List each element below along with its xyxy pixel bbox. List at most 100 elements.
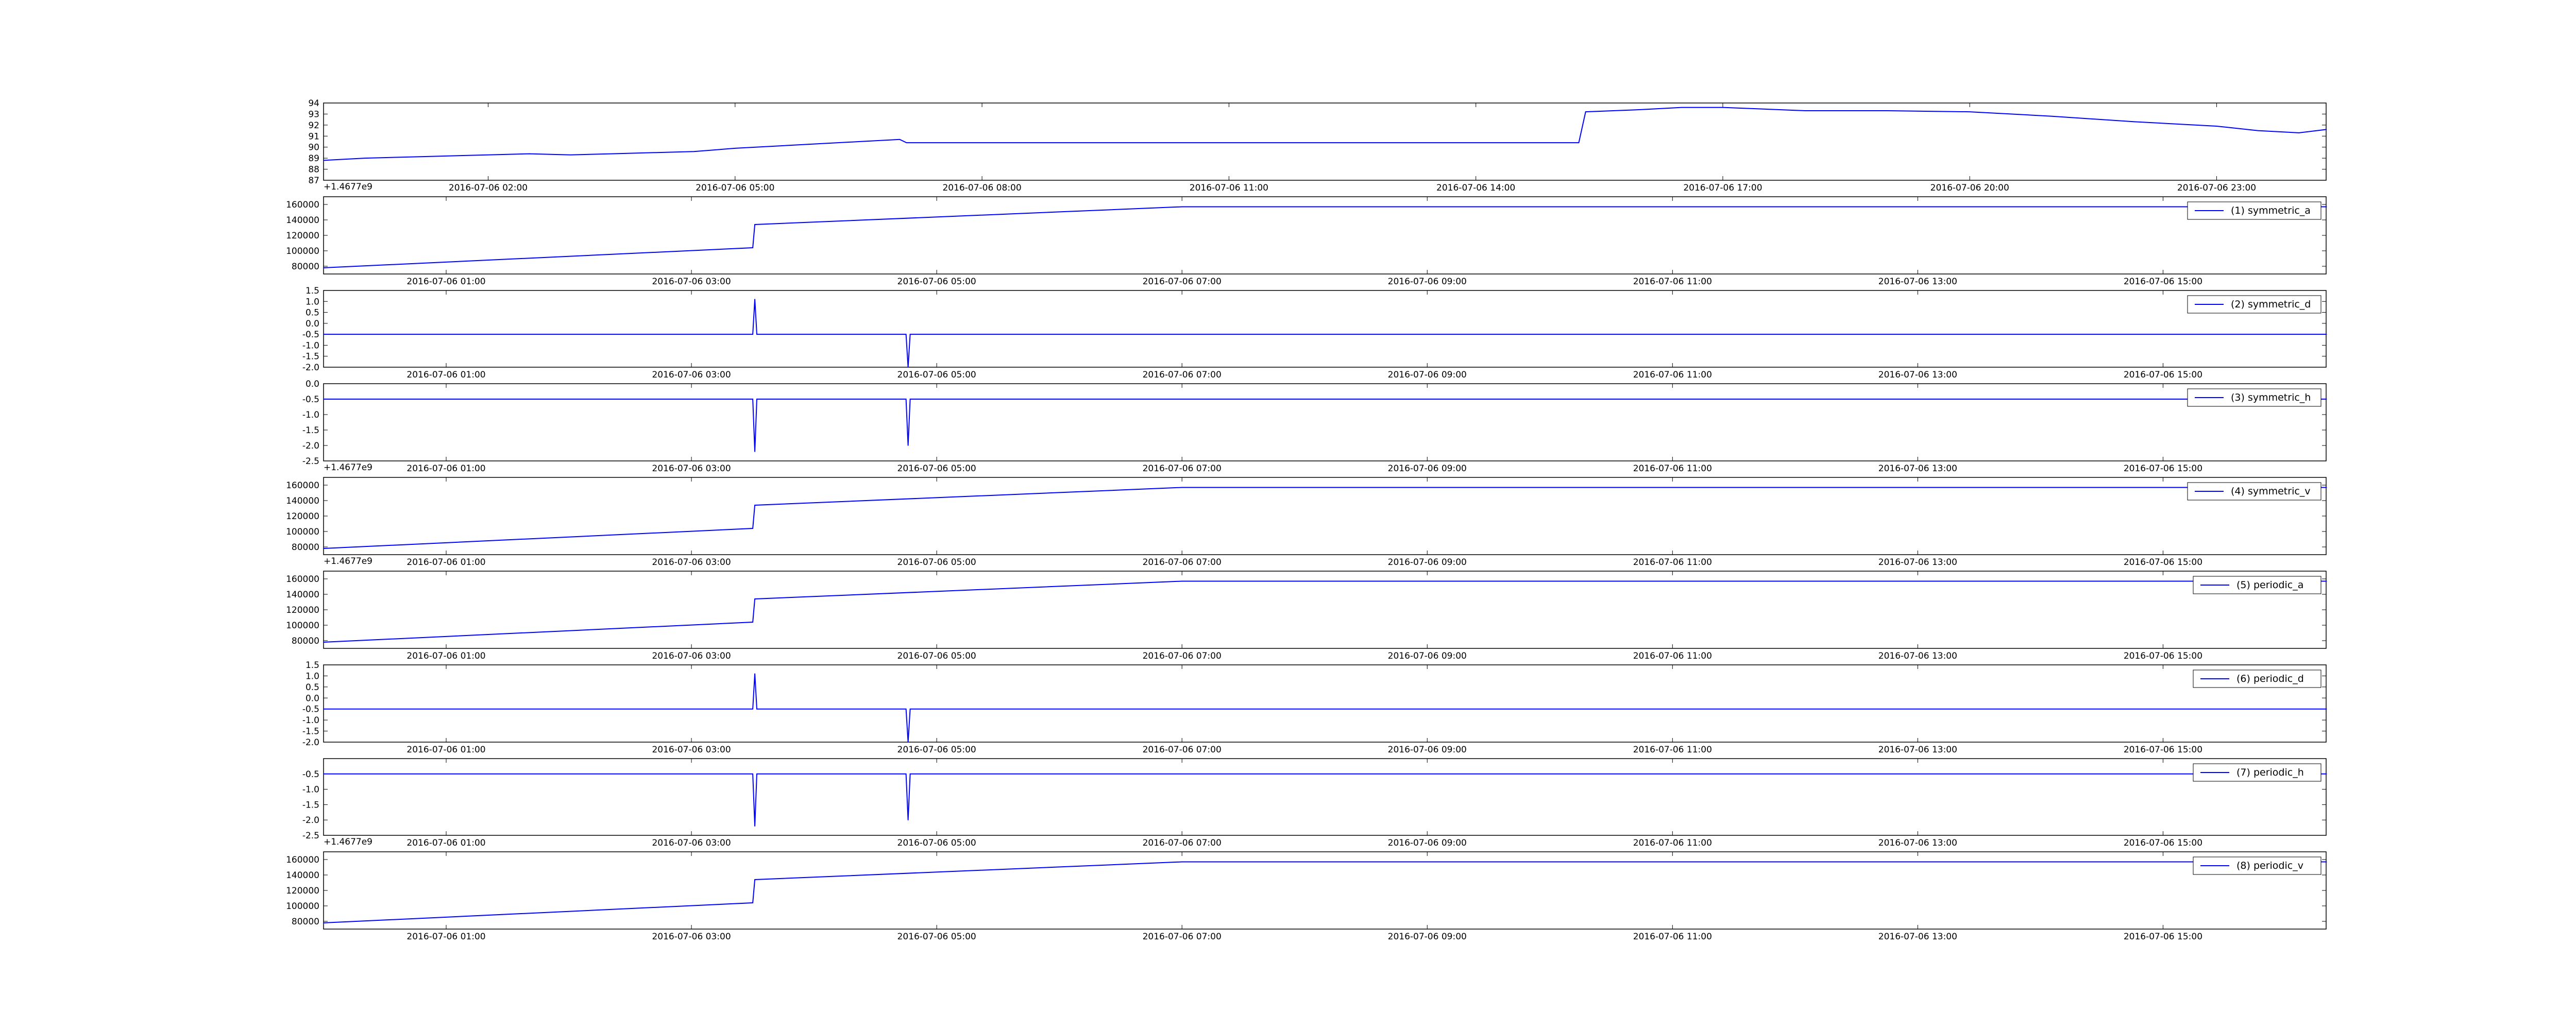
y-tick-label: -2.0: [302, 363, 319, 373]
x-offset-text: +1.4677e9: [324, 556, 372, 566]
x-tick-label: 2016-07-06 14:00: [1436, 183, 1515, 193]
x-tick-label: 2016-07-06 13:00: [1878, 277, 1957, 287]
data-point: [1181, 206, 1182, 208]
data-point: [2326, 129, 2327, 130]
y-tick-label: 120000: [286, 886, 319, 896]
y-tick-label: -2.0: [302, 737, 319, 748]
data-point: [752, 399, 753, 400]
x-tick-label: 2016-07-06 15:00: [2124, 464, 2202, 474]
y-tick-label: 89: [308, 153, 319, 164]
data-point: [735, 148, 736, 149]
x-tick-label: 2016-07-06 11:00: [1190, 183, 1268, 193]
x-tick-label: 2016-07-06 07:00: [1143, 557, 1222, 568]
y-tick-label: 100000: [286, 246, 319, 256]
x-tick-label: 2016-07-06 20:00: [1930, 183, 2009, 193]
data-point: [754, 224, 755, 225]
x-tick-label: 2016-07-06 03:00: [652, 838, 731, 848]
data-point: [2052, 115, 2053, 117]
x-tick-label: 2016-07-06 09:00: [1388, 370, 1467, 380]
y-tick-label: 80000: [292, 542, 319, 553]
x-tick-label: 2016-07-06 23:00: [2177, 183, 2256, 193]
x-tick-label: 2016-07-06 09:00: [1388, 745, 1467, 755]
x-tick-label: 2016-07-06 07:00: [1143, 370, 1222, 380]
x-tick-label: 2016-07-06 13:00: [1878, 370, 1957, 380]
y-tick-label: -1.5: [302, 425, 319, 436]
data-point: [487, 154, 489, 156]
x-tick-label: 2016-07-06 15:00: [2124, 277, 2202, 287]
data-point: [1640, 109, 1641, 110]
data-point: [2133, 121, 2135, 123]
data-point: [570, 154, 571, 156]
data-point: [905, 334, 907, 335]
x-tick-label: 2016-07-06 15:00: [2124, 745, 2202, 755]
y-tick-label: 120000: [286, 511, 319, 522]
x-tick-label: 2016-07-06 07:00: [1143, 932, 1222, 942]
data-point: [405, 157, 406, 158]
legend-label: (5) periodic_a: [2236, 579, 2303, 591]
data-point: [2257, 130, 2259, 131]
data-point: [611, 153, 612, 154]
data-point: [756, 399, 757, 400]
x-tick-label: 2016-07-06 09:00: [1388, 932, 1467, 942]
x-tick-label: 2016-07-06 11:00: [1633, 932, 1712, 942]
x-tick-label: 2016-07-06 07:00: [1143, 464, 1222, 474]
y-tick-label: 92: [308, 121, 319, 131]
y-tick-label: 100000: [286, 527, 319, 537]
y-tick-label: 80000: [292, 262, 319, 272]
data-point: [1804, 110, 1806, 111]
x-tick-label: 2016-07-06 13:00: [1878, 464, 1957, 474]
x-tick-label: 2016-07-06 07:00: [1143, 651, 1222, 661]
data-point: [905, 774, 907, 775]
y-tick-label: 88: [308, 165, 319, 175]
x-tick-label: 2016-07-06 09:00: [1388, 277, 1467, 287]
data-point: [754, 598, 755, 599]
x-tick-label: 2016-07-06 11:00: [1633, 370, 1712, 380]
data-point: [752, 334, 753, 335]
x-tick-label: 2016-07-06 05:00: [897, 464, 976, 474]
data-point: [756, 708, 757, 710]
y-tick-label: 140000: [286, 870, 319, 881]
y-tick-label: 160000: [286, 200, 319, 210]
y-tick-label: 0.0: [306, 379, 319, 389]
x-tick-label: 2016-07-06 03:00: [652, 370, 731, 380]
data-point: [905, 399, 907, 400]
x-tick-label: 2016-07-06 01:00: [406, 745, 485, 755]
x-tick-label: 2016-07-06 17:00: [1683, 183, 1762, 193]
x-tick-label: 2016-07-06 13:00: [1878, 651, 1957, 661]
data-point: [1181, 580, 1182, 582]
y-tick-label: 80000: [292, 917, 319, 927]
data-point: [817, 143, 818, 145]
x-tick-label: 2016-07-06 01:00: [406, 651, 485, 661]
x-tick-label: 2016-07-06 11:00: [1633, 277, 1712, 287]
legend-label: (2) symmetric_d: [2231, 299, 2311, 310]
legend-label: (7) periodic_h: [2236, 767, 2304, 778]
legend: (7) periodic_h: [2193, 763, 2321, 782]
data-point: [2326, 580, 2327, 582]
legend: (5) periodic_a: [2193, 576, 2321, 594]
data-point: [323, 399, 324, 400]
data-point: [906, 142, 907, 143]
data-point: [364, 158, 365, 159]
data-point: [752, 774, 753, 775]
legend: (1) symmetric_a: [2187, 201, 2321, 220]
data-point: [2326, 487, 2327, 488]
data-point: [1887, 110, 1888, 111]
y-tick-label: 160000: [286, 855, 319, 865]
data-point: [907, 367, 909, 368]
data-point: [752, 622, 753, 623]
data-point: [858, 141, 859, 142]
y-tick-label: 80000: [292, 636, 319, 646]
x-tick-label: 2016-07-06 15:00: [2124, 932, 2202, 942]
y-tick-label: -1.5: [302, 352, 319, 362]
x-tick-label: 2016-07-06 13:00: [1878, 745, 1957, 755]
x-tick-label: 2016-07-06 01:00: [406, 932, 485, 942]
x-tick-label: 2016-07-06 03:00: [652, 745, 731, 755]
y-tick-label: -1.0: [302, 785, 319, 795]
data-point: [323, 708, 324, 710]
data-point: [907, 742, 909, 743]
data-point: [775, 145, 777, 147]
legend: (2) symmetric_d: [2187, 295, 2321, 314]
data-point: [752, 247, 753, 248]
data-point: [754, 826, 755, 827]
y-tick-label: 1.5: [306, 660, 319, 671]
